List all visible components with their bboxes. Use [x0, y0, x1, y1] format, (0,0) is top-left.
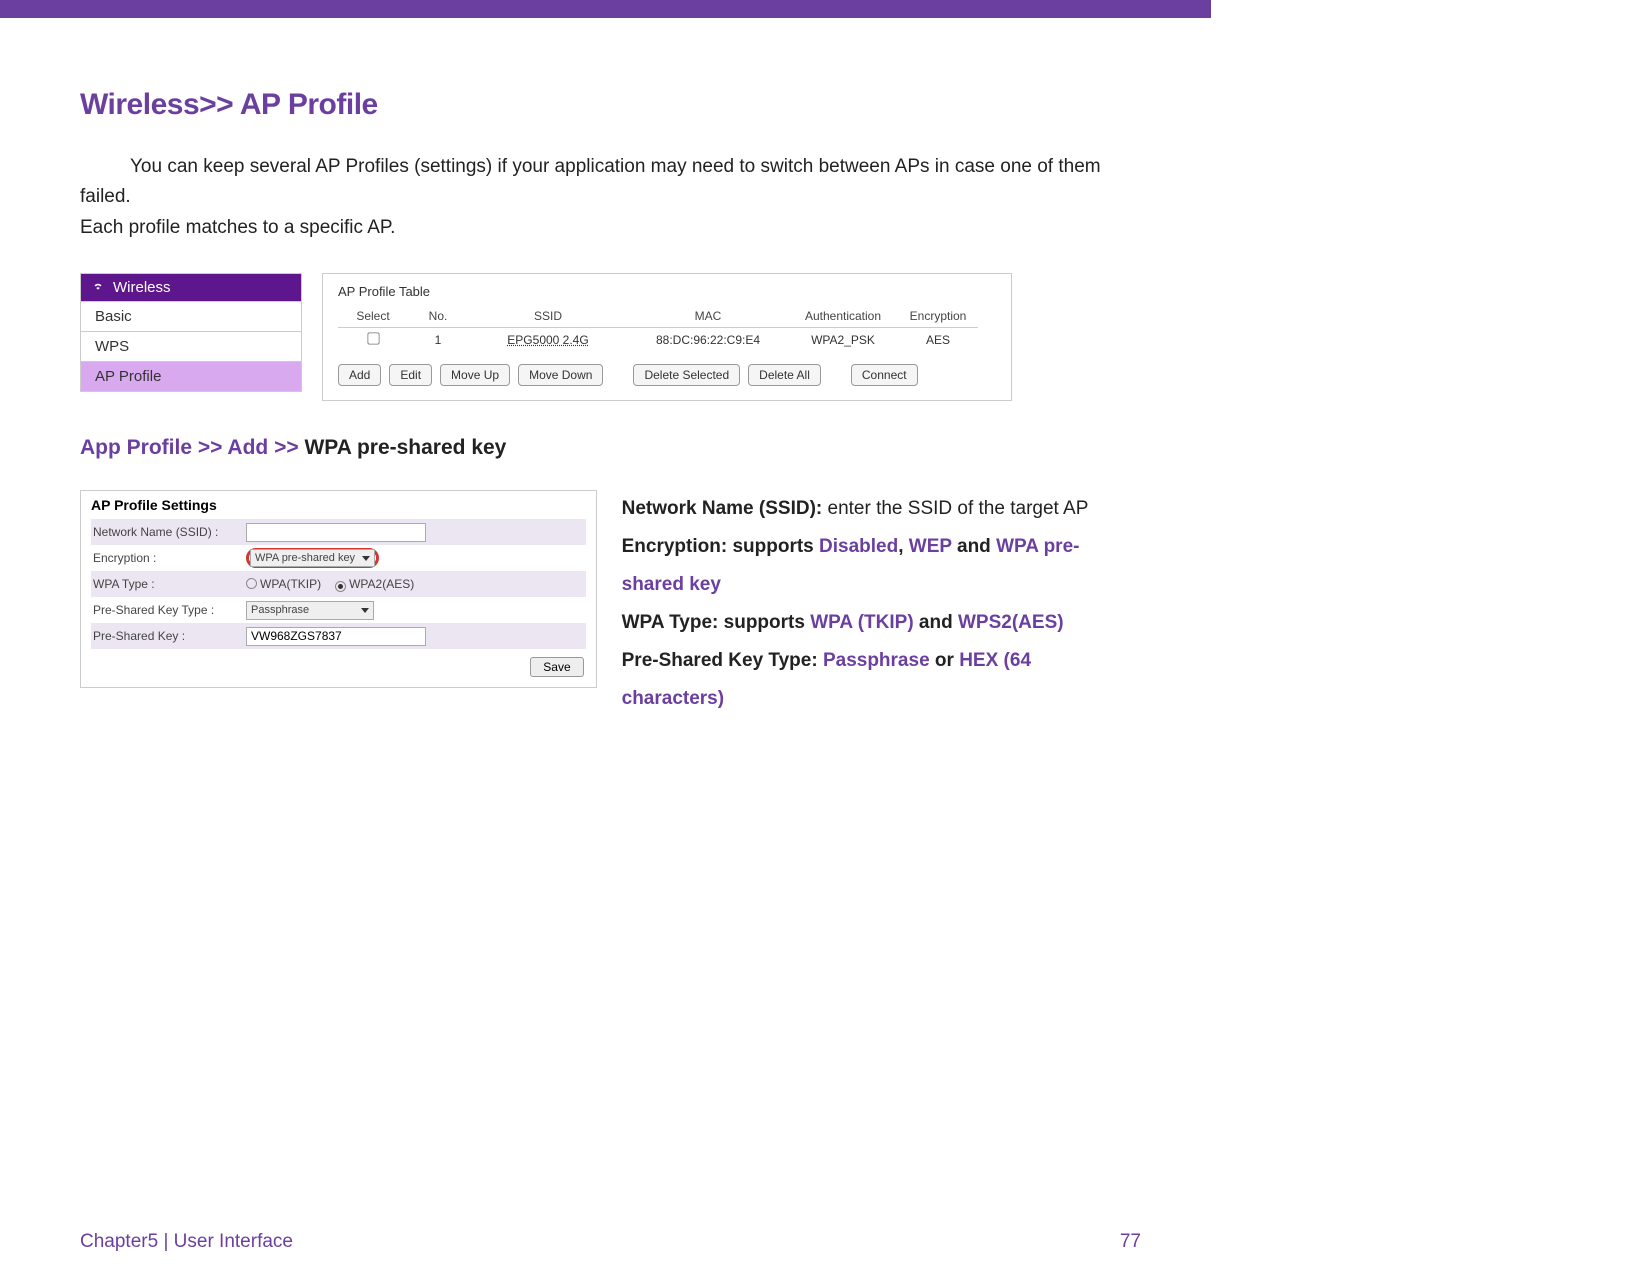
form-row-wpa-type: WPA Type : WPA(TKIP) WPA2(AES) — [91, 571, 586, 597]
form-row-psk: Pre-Shared Key : — [91, 623, 586, 649]
cell-mac: 88:DC:96:22:C9:E4 — [628, 328, 788, 353]
cell-ssid: EPG5000 2.4G — [468, 328, 628, 353]
wireless-nav-header: Wireless — [81, 274, 301, 301]
nav-item-basic[interactable]: Basic — [81, 301, 301, 331]
breadcrumb-app-profile: App Profile >> — [80, 436, 227, 459]
page: Wireless>> AP Profile You can keep sever… — [0, 18, 1211, 1275]
th-ssid: SSID — [468, 305, 628, 328]
row-select-checkbox[interactable] — [367, 332, 379, 344]
top-accent-bar — [0, 0, 1211, 18]
ssid-input[interactable] — [246, 523, 426, 542]
encryption-highlight: WPA pre-shared key — [246, 548, 379, 568]
radio-wpa-tkip-label: WPA(TKIP) — [260, 577, 321, 591]
page-title: Wireless>> AP Profile — [80, 88, 1131, 122]
ap-profile-settings-title: AP Profile Settings — [91, 497, 586, 519]
footer-page-number: 77 — [1120, 1231, 1141, 1253]
radio-wpa-tkip[interactable]: WPA(TKIP) — [246, 577, 321, 591]
edit-button[interactable]: Edit — [389, 364, 432, 386]
desc-encryption: Encryption: supports Disabled, WEP and W… — [622, 528, 1131, 604]
ap-profile-table-panel: AP Profile Table Select No. SSID MAC Aut… — [322, 273, 1012, 401]
radio-wpa2-aes-label: WPA2(AES) — [349, 577, 414, 591]
th-mac: MAC — [628, 305, 788, 328]
desc-ssid: Network Name (SSID): enter the SSID of t… — [622, 490, 1131, 528]
th-enc: Encryption — [898, 305, 978, 328]
wireless-nav-title: Wireless — [113, 279, 171, 296]
chevron-down-icon — [361, 608, 369, 613]
footer-chapter: Chapter5 | User Interface — [80, 1231, 293, 1253]
delete-selected-button[interactable]: Delete Selected — [633, 364, 740, 386]
wifi-icon — [91, 281, 105, 295]
th-select: Select — [338, 305, 408, 328]
label-encryption: Encryption : — [91, 551, 246, 565]
psk-input[interactable] — [246, 627, 426, 646]
cell-no: 1 — [408, 328, 468, 353]
form-row-encryption: Encryption : WPA pre-shared key — [91, 545, 586, 571]
radio-wpa2-aes[interactable]: WPA2(AES) — [335, 577, 414, 591]
nav-item-wps[interactable]: WPS — [81, 331, 301, 361]
label-wpa-type: WPA Type : — [91, 577, 246, 591]
encryption-select[interactable]: WPA pre-shared key — [250, 549, 375, 567]
save-button[interactable]: Save — [530, 657, 583, 677]
desc-wpa-type: WPA Type: supports WPA (TKIP) and WPS2(A… — [622, 604, 1131, 642]
delete-all-button[interactable]: Delete All — [748, 364, 821, 386]
chevron-down-icon — [362, 556, 370, 561]
label-ssid: Network Name (SSID) : — [91, 525, 246, 539]
cell-auth: WPA2_PSK — [788, 328, 898, 353]
psk-type-select[interactable]: Passphrase — [246, 601, 374, 620]
move-down-button[interactable]: Move Down — [518, 364, 603, 386]
label-psk-type: Pre-Shared Key Type : — [91, 603, 246, 617]
breadcrumb-add: Add >> — [227, 436, 304, 459]
table-button-row: Add Edit Move Up Move Down Delete Select… — [338, 364, 996, 386]
cell-enc: AES — [898, 328, 978, 353]
form-row-psk-type: Pre-Shared Key Type : Passphrase — [91, 597, 586, 623]
ap-profile-table-title: AP Profile Table — [338, 284, 996, 299]
description-column: Network Name (SSID): enter the SSID of t… — [622, 490, 1131, 718]
connect-button[interactable]: Connect — [851, 364, 918, 386]
intro-text: You can keep several AP Profiles (settin… — [80, 152, 1131, 243]
page-footer: Chapter5 | User Interface 77 — [80, 1231, 1141, 1253]
intro-line-1: You can keep several AP Profiles (settin… — [80, 156, 1101, 207]
breadcrumb: App Profile >> Add >> WPA pre-shared key — [80, 436, 1131, 460]
th-auth: Authentication — [788, 305, 898, 328]
add-button[interactable]: Add — [338, 364, 381, 386]
ap-profile-table: Select No. SSID MAC Authentication Encry… — [338, 305, 978, 352]
table-row: 1 EPG5000 2.4G 88:DC:96:22:C9:E4 WPA2_PS… — [338, 328, 978, 353]
label-psk: Pre-Shared Key : — [91, 629, 246, 643]
intro-line-2: Each profile matches to a specific AP. — [80, 217, 395, 238]
th-no: No. — [408, 305, 468, 328]
ap-profile-settings-panel: AP Profile Settings Network Name (SSID) … — [80, 490, 597, 688]
nav-item-ap-profile[interactable]: AP Profile — [81, 361, 301, 391]
encryption-select-value: WPA pre-shared key — [255, 552, 355, 564]
desc-psk-type: Pre-Shared Key Type: Passphrase or HEX (… — [622, 642, 1131, 718]
psk-type-value: Passphrase — [251, 604, 309, 616]
move-up-button[interactable]: Move Up — [440, 364, 510, 386]
breadcrumb-wpa: WPA pre-shared key — [304, 436, 506, 459]
wireless-nav-panel: Wireless Basic WPS AP Profile — [80, 273, 302, 392]
form-row-ssid: Network Name (SSID) : — [91, 519, 586, 545]
